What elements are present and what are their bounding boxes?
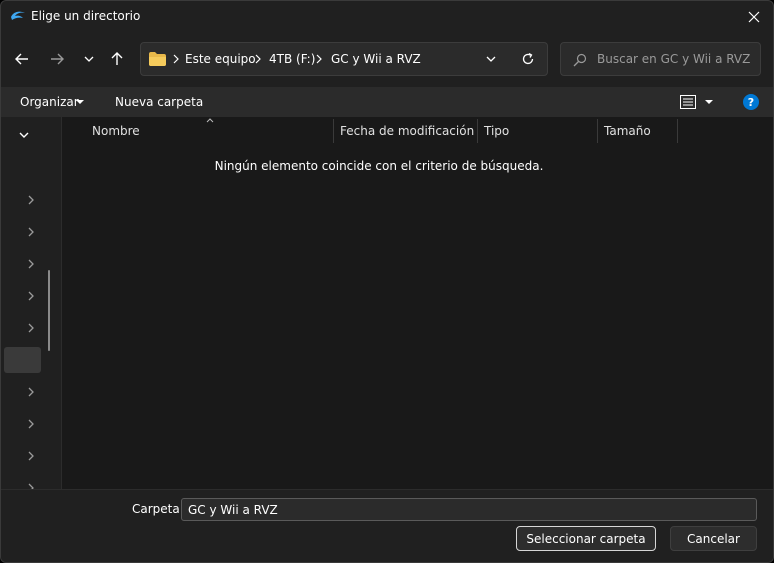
chevron-right-icon[interactable] — [25, 290, 37, 302]
chevron-right-icon[interactable] — [25, 482, 37, 489]
refresh-icon[interactable] — [521, 52, 535, 66]
cancel-button[interactable]: Cancelar — [670, 526, 757, 551]
chevron-right-icon — [316, 54, 322, 64]
column-header-size[interactable]: Tamaño — [604, 124, 651, 138]
up-arrow-icon — [111, 52, 123, 65]
column-header-name[interactable]: Nombre — [92, 124, 140, 138]
new-folder-button[interactable]: Nueva carpeta — [115, 95, 203, 109]
chevron-right-icon[interactable] — [25, 322, 37, 334]
folder-picker-dialog: Elige un directorio Este equipo 4TB (F:)… — [0, 0, 774, 563]
chevron-right-icon — [255, 54, 261, 64]
caret-down-icon[interactable] — [705, 99, 713, 105]
chevron-right-icon[interactable] — [25, 258, 37, 270]
chevron-down-icon — [84, 56, 94, 62]
chevron-down-icon[interactable] — [484, 52, 498, 66]
dialog-footer: Carpeta: Seleccionar carpeta Cancelar — [1, 489, 773, 562]
title-bar: Elige un directorio — [1, 1, 773, 33]
search-icon — [573, 53, 587, 67]
command-bar: Organizar Nueva carpeta ? — [1, 87, 773, 117]
window-title: Elige un directorio — [31, 9, 141, 23]
help-icon[interactable]: ? — [743, 94, 759, 110]
folder-label: Carpeta: — [132, 502, 184, 516]
column-divider[interactable] — [677, 119, 678, 143]
navigation-pane — [1, 117, 62, 489]
folder-name-input[interactable] — [181, 498, 757, 521]
close-button[interactable] — [735, 1, 773, 33]
svg-text:?: ? — [748, 96, 754, 109]
organize-button[interactable]: Organizar — [20, 95, 79, 109]
column-divider[interactable] — [477, 119, 478, 143]
select-folder-button[interactable]: Seleccionar carpeta — [516, 526, 656, 551]
back-arrow-icon — [15, 53, 28, 65]
chevron-right-icon[interactable] — [25, 450, 37, 462]
column-header-type[interactable]: Tipo — [484, 124, 509, 138]
breadcrumb-este-equipo[interactable]: Este equipo — [185, 52, 256, 66]
empty-results-message: Ningún elemento coincide con el criterio… — [214, 159, 544, 173]
chevron-down-icon[interactable] — [18, 129, 30, 141]
close-icon — [748, 11, 760, 23]
chevron-right-icon[interactable] — [25, 194, 37, 206]
column-header-date[interactable]: Fecha de modificación — [340, 124, 474, 138]
up-button[interactable] — [104, 45, 130, 73]
column-divider[interactable] — [597, 119, 598, 143]
caret-down-icon — [76, 100, 84, 104]
back-button[interactable] — [9, 45, 35, 73]
dolphin-app-icon — [11, 11, 25, 20]
chevron-right-icon — [173, 54, 179, 64]
sort-ascending-icon — [206, 118, 214, 123]
breadcrumb-drive[interactable]: 4TB (F:) — [269, 52, 315, 66]
column-divider[interactable] — [333, 119, 334, 143]
file-list: Nombre Fecha de modificación Tipo Tamaño… — [62, 117, 773, 489]
forward-button[interactable] — [44, 45, 70, 73]
recent-locations-button[interactable] — [76, 45, 102, 73]
nav-scrollbar[interactable] — [48, 270, 50, 351]
address-bar[interactable]: Este equipo 4TB (F:) GC y Wii a RVZ — [140, 42, 548, 76]
nav-selected-item[interactable] — [4, 347, 41, 373]
chevron-right-icon[interactable] — [25, 386, 37, 398]
breadcrumb-current-folder[interactable]: GC y Wii a RVZ — [331, 52, 421, 66]
view-options-icon[interactable] — [680, 95, 696, 109]
chevron-right-icon[interactable] — [25, 418, 37, 430]
folder-icon — [149, 52, 166, 66]
forward-arrow-icon — [51, 53, 64, 65]
search-box[interactable] — [560, 42, 761, 76]
search-input[interactable] — [597, 49, 755, 69]
chevron-right-icon[interactable] — [25, 226, 37, 238]
